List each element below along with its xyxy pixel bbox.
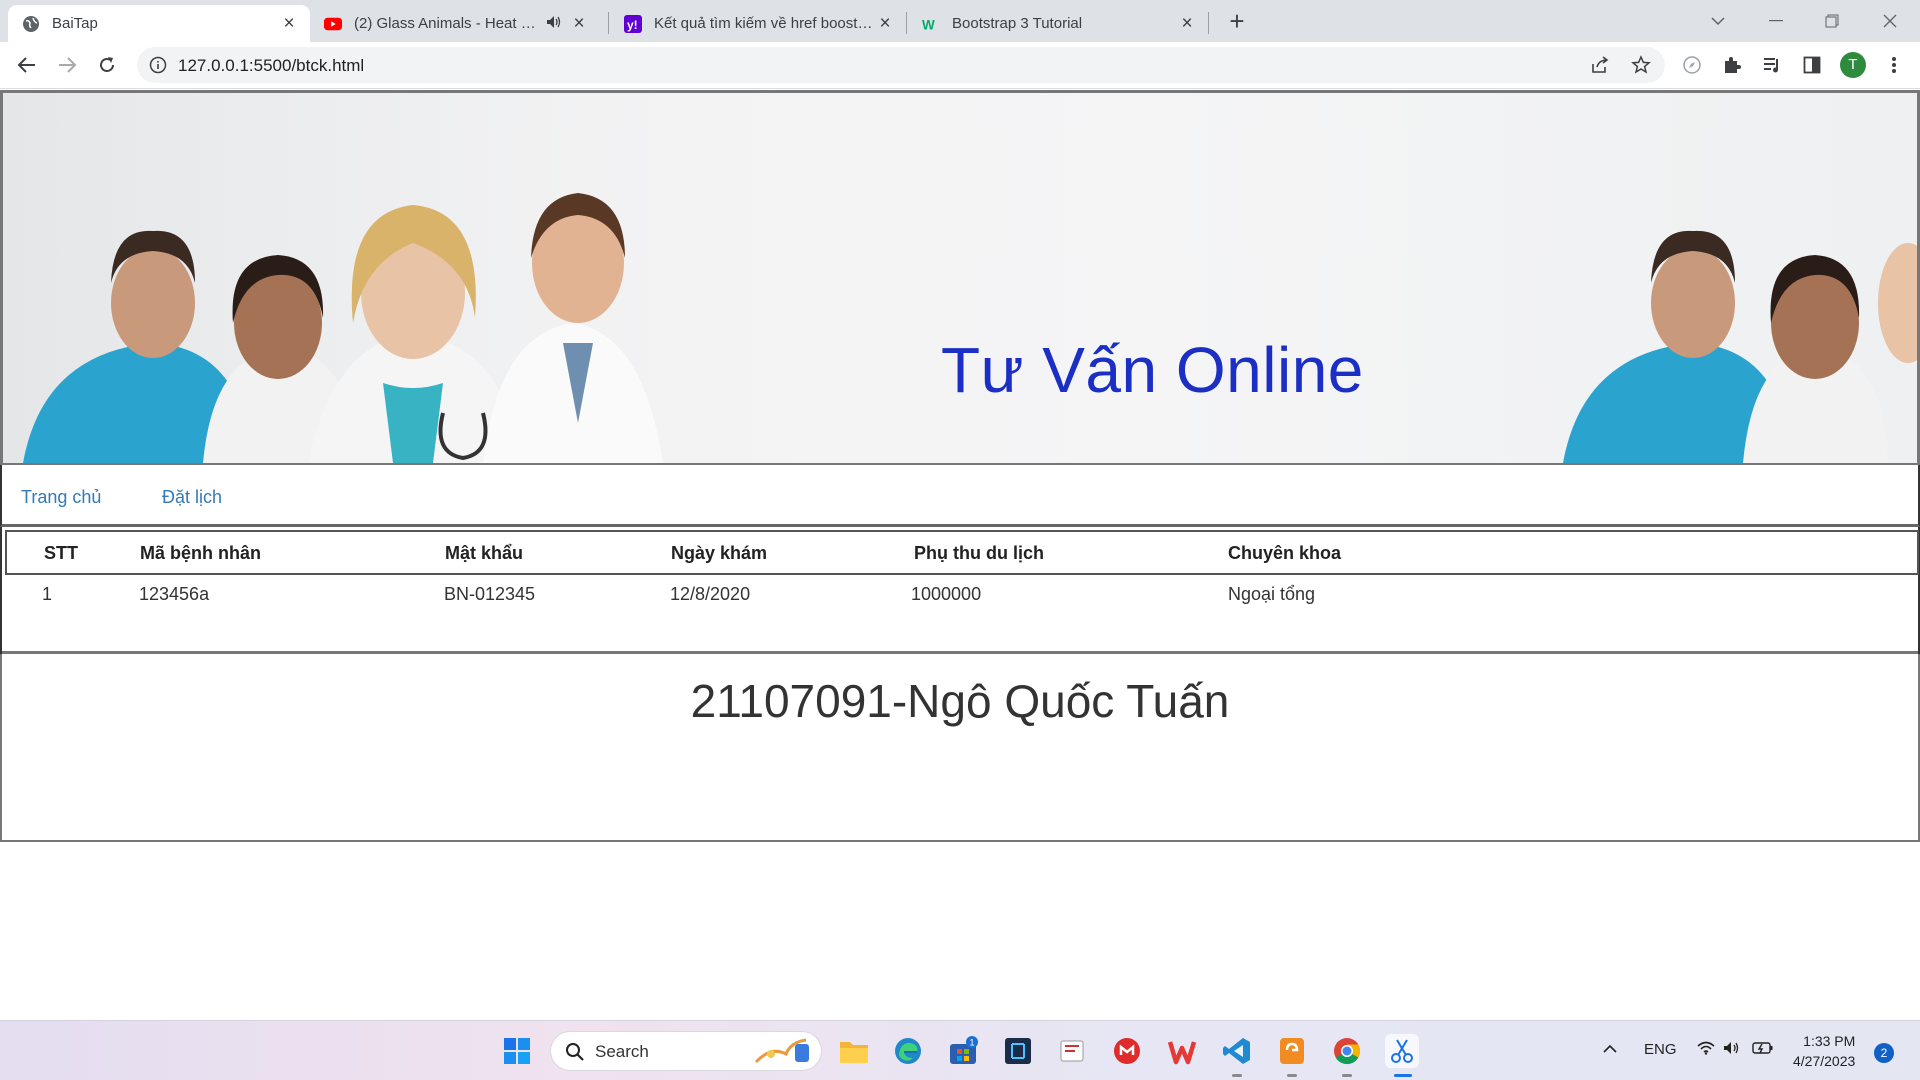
taskbar-search[interactable]: Search (550, 1031, 822, 1071)
terminal-app-icon[interactable] (1001, 1034, 1035, 1068)
close-icon[interactable]: × (876, 14, 894, 33)
bookmark-star-icon[interactable] (1628, 52, 1654, 78)
clock-date: 4/27/2023 (1793, 1053, 1856, 1069)
vscode-icon[interactable] (1220, 1034, 1254, 1068)
side-panel-icon[interactable] (1799, 52, 1825, 78)
tray-chevron-up-icon[interactable] (1602, 1041, 1618, 1058)
search-highlight-icon (754, 1038, 809, 1064)
battery-icon[interactable] (1752, 1041, 1774, 1059)
cell-surcharge: 1000000 (911, 584, 982, 604)
active-indicator (1394, 1074, 1412, 1077)
forward-button[interactable] (52, 50, 82, 80)
nav-menu: Trang chủ Đặt lịch (0, 465, 1920, 527)
menu-item-booking[interactable]: Đặt lịch (162, 487, 222, 508)
tab-baitap[interactable]: BaiTap × (8, 5, 310, 42)
tab-search-chevron-icon[interactable] (1690, 0, 1746, 42)
edge-icon[interactable] (891, 1034, 925, 1068)
w3schools-icon: W (922, 15, 940, 33)
search-icon (566, 1043, 584, 1061)
yahoo-icon: y! (624, 14, 642, 33)
tab-title: Kết quả tìm kiếm về href boostrap (654, 15, 876, 32)
web-page: Tư Vấn Online Trang chủ Đặt lịch STT Mã … (0, 90, 1920, 1020)
search-label: Search (595, 1042, 649, 1061)
tab-separator (608, 12, 609, 34)
running-indicator (1232, 1074, 1242, 1077)
tab-title: BaiTap (52, 15, 98, 32)
col-exam-date: Ngày khám (671, 543, 768, 563)
col-patient-id: Mã bệnh nhân (140, 543, 261, 563)
svg-text:W: W (922, 17, 935, 32)
address-bar[interactable]: 127.0.0.1:5500/btck.html (137, 47, 1665, 83)
store-badge: 1 (970, 1038, 975, 1048)
col-stt: STT (44, 543, 78, 563)
volume-icon[interactable] (1723, 1041, 1741, 1059)
windows-start-icon[interactable] (500, 1034, 534, 1068)
new-tab-button[interactable]: + (1223, 8, 1251, 36)
microsoft-store-icon[interactable]: 1 (946, 1034, 980, 1068)
svg-text:y!: y! (627, 18, 638, 32)
tab-separator (906, 12, 907, 34)
menu-kebab-icon[interactable] (1881, 52, 1907, 78)
youtube-icon (324, 15, 342, 33)
cell-stt: 1 (42, 584, 53, 604)
profile-avatar[interactable]: T (1840, 52, 1866, 78)
file-explorer-icon[interactable] (837, 1034, 871, 1068)
tab-title: (2) Glass Animals - Heat Waves (354, 15, 538, 32)
restore-button[interactable] (1804, 0, 1860, 42)
close-icon[interactable]: × (1178, 14, 1196, 33)
tab-youtube[interactable]: (2) Glass Animals - Heat Waves × (310, 5, 600, 42)
doctors-image (3, 93, 1917, 463)
snipping-app-icon[interactable] (1055, 1034, 1089, 1068)
cell-patient-id: 123456a (139, 584, 210, 604)
site-info-icon[interactable] (149, 56, 167, 79)
compass-extension-icon[interactable] (1679, 52, 1705, 78)
tab-strip: BaiTap × (2) Glass Animals - Heat Waves … (0, 0, 1920, 42)
tab-separator (1208, 12, 1209, 34)
wps-office-icon[interactable] (1165, 1034, 1199, 1068)
running-indicator (1342, 1074, 1352, 1077)
running-indicator (1287, 1074, 1297, 1077)
globe-icon (22, 15, 40, 33)
tab-yahoo[interactable]: y! Kết quả tìm kiếm về href boostrap × (610, 5, 906, 42)
clock-time: 1:33 PM (1803, 1033, 1856, 1049)
share-icon[interactable] (1587, 52, 1613, 78)
taskbar: Search 1 ENG 1:33 PM 4/27/2023 2 (0, 1020, 1920, 1080)
col-surcharge: Phụ thu du lịch (914, 543, 1044, 563)
footer: 21107091-Ngô Quốc Tuấn (0, 654, 1920, 842)
tab-title: Bootstrap 3 Tutorial (952, 15, 1083, 32)
close-icon[interactable]: × (280, 14, 298, 33)
back-button[interactable] (12, 50, 42, 80)
cell-password: BN-012345 (444, 584, 536, 604)
menu-item-home[interactable]: Trang chủ (21, 487, 101, 508)
snipping-tool-icon[interactable] (1385, 1034, 1419, 1068)
wifi-icon[interactable] (1697, 1041, 1715, 1059)
col-password: Mật khẩu (445, 543, 524, 563)
url-text: 127.0.0.1:5500/btck.html (178, 56, 365, 75)
patient-table: STT Mã bệnh nhân Mật khẩu Ngày khám Phụ … (0, 527, 1920, 654)
browser-toolbar: 127.0.0.1:5500/btck.html T (0, 42, 1920, 89)
notification-badge[interactable]: 2 (1874, 1043, 1894, 1063)
red-app-icon[interactable] (1110, 1034, 1144, 1068)
tab-bootstrap[interactable]: W Bootstrap 3 Tutorial × (908, 5, 1208, 42)
banner-title: Tư Vấn Online (941, 334, 1364, 406)
close-window-button[interactable] (1862, 0, 1918, 42)
header-banner: Tư Vấn Online (0, 90, 1920, 465)
table-header: STT Mã bệnh nhân Mật khẩu Ngày khám Phụ … (5, 530, 1919, 575)
chrome-icon[interactable] (1330, 1034, 1364, 1068)
extensions-puzzle-icon[interactable] (1719, 52, 1745, 78)
close-icon[interactable]: × (570, 14, 588, 33)
pdf-app-icon[interactable] (1275, 1034, 1309, 1068)
reload-button[interactable] (92, 50, 122, 80)
cell-exam-date: 12/8/2020 (670, 584, 751, 604)
footer-student-name: 21107091-Ngô Quốc Tuấn (690, 675, 1230, 727)
media-queue-icon[interactable] (1759, 52, 1785, 78)
clock[interactable]: 1:33 PM 4/27/2023 (1793, 1031, 1855, 1071)
cell-specialty: Ngoại tổng (1228, 584, 1316, 604)
speaker-icon[interactable] (546, 15, 562, 32)
language-indicator[interactable]: ENG (1644, 1041, 1677, 1058)
col-specialty: Chuyên khoa (1228, 543, 1342, 563)
minimize-button[interactable] (1748, 0, 1804, 42)
